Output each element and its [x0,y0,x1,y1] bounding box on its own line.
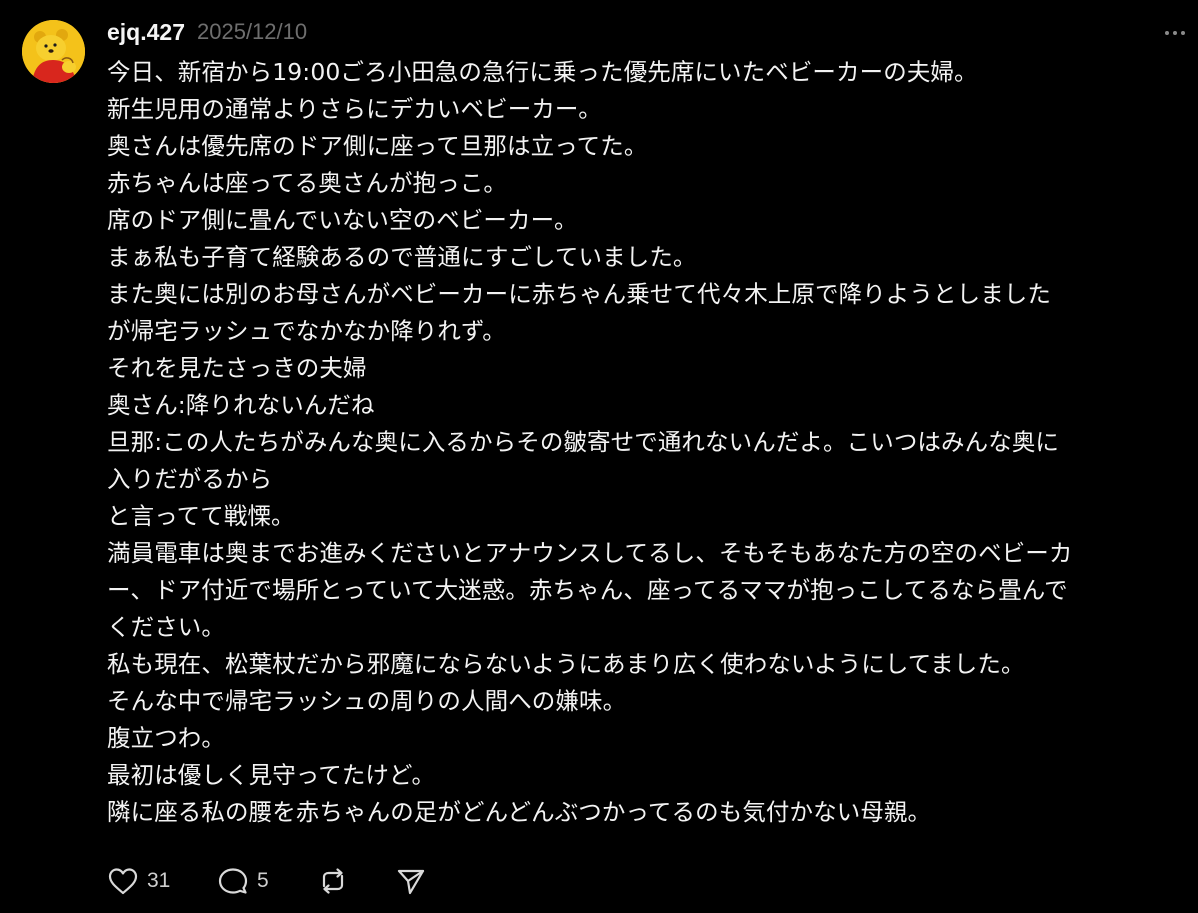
post-date: 2025/12/10 [197,19,308,44]
post-body-line: まぁ私も子育て経験あるので普通にすごしていました。 [107,243,697,271]
post-body-line: と言ってて戦慄。 [107,502,295,530]
post-body-line: 腹立つわ。 [107,724,225,752]
comment-bubble-icon [218,868,248,894]
heart-icon [108,868,138,895]
like-count: 31 [147,869,171,892]
post-body-line: 私も現在、松葉杖だから邪魔にならないようにあまり広く使わないようにしてました。 [107,650,1025,678]
username[interactable]: ejq.427 [107,19,185,46]
more-options-button[interactable] [1160,22,1190,44]
post-body-line: 旦那:この人たちがみんな奥に入るからその皺寄せで通れないんだよ。こいつはみんな奥… [107,428,1060,456]
post-body-line: ー、ドア付近で場所とっていて大迷惑。赤ちゃん、座ってるママが抱っこしてるなら畳ん… [107,576,1068,604]
repost-button[interactable] [317,862,349,900]
bear-character-avatar-icon [22,20,85,83]
post-body-line: また奥には別のお母さんがベビーカーに赤ちゃん乗せて代々木上原で降りようとしました [107,280,1051,308]
post-body-line: 奥さん:降りれないんだね [107,391,375,419]
post-body: 今日、新宿から19:00ごろ小田急の急行に乗った優先席にいたベビーカーの夫婦。 … [107,54,1192,831]
like-button[interactable]: 31 [107,862,170,900]
post-body-line: 新生児用の通常よりさらにデカいベビーカー。 [107,95,602,123]
post-body-line: 入りだがるから [107,465,273,493]
post-body-line: 隣に座る私の腰を赤ちゃんの足がどんどんぶつかってるのも気付かない母親。 [107,798,932,826]
repost-icon [322,868,344,894]
post-body-line: 赤ちゃんは座ってる奥さんが抱っこ。 [107,169,508,197]
send-icon [397,869,425,895]
post-body-line: 奥さんは優先席のドア側に座って旦那は立ってた。 [107,132,648,160]
post-body-line: 席のドア側に畳んでいない空のベビーカー。 [107,206,578,234]
post-body-line: そんな中で帰宅ラッシュの周りの人間への嫌味。 [107,687,627,715]
post-body-line: ください。 [107,613,225,641]
post-body-line: が帰宅ラッシュでなかなか降りれず。 [107,317,506,345]
thread-post: ejq.427 2025/12/10 今日、新宿から19:00ごろ小田急の急行に… [0,0,1198,913]
avatar[interactable] [22,20,85,83]
post-body-line: 満員電車は奥までお進みくださいとアナウンスしてるし、そもそもあなた方の空のベビー… [107,539,1073,567]
reply-button[interactable]: 5 [217,862,269,900]
post-body-line: それを見たさっきの夫婦 [107,354,367,382]
share-button[interactable] [395,862,427,900]
post-header: ejq.427 2025/12/10 [107,16,307,48]
post-body-line: 今日、新宿から19:00ごろ小田急の急行に乗った優先席にいたベビーカーの夫婦。 [107,58,978,86]
post-body-line: 最初は優しく見守ってたけど。 [107,761,436,789]
more-horizontal-icon [1165,31,1185,35]
reply-count: 5 [257,869,269,892]
